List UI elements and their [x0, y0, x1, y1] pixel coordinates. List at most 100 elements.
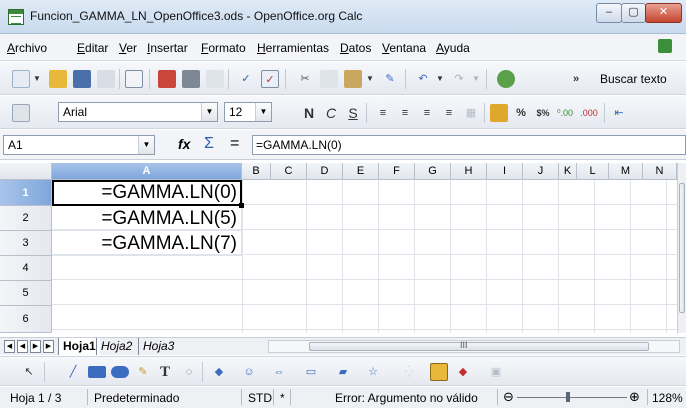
block-arrows-icon[interactable]: ⇔	[270, 363, 288, 381]
find-text-label[interactable]: Buscar texto	[600, 72, 667, 86]
maximize-button[interactable]: ▢	[621, 3, 646, 23]
basic-shapes-icon[interactable]: ◆	[210, 363, 228, 381]
open-folder-icon[interactable]	[49, 70, 67, 88]
cell-a2[interactable]: =GAMMA.LN(5)	[52, 206, 242, 231]
callouts-icon[interactable]: ▰	[334, 363, 352, 381]
merge-cells-icon[interactable]: ▦	[462, 104, 480, 122]
menu-formato[interactable]: Formato	[201, 41, 246, 55]
navigator-icon[interactable]	[497, 70, 515, 88]
sheet-tab-hoja2[interactable]: Hoja2	[96, 338, 136, 355]
column-header-l[interactable]: L	[577, 163, 609, 180]
align-center-icon[interactable]: ≡	[396, 104, 414, 122]
column-header-g[interactable]: G	[415, 163, 451, 180]
column-header-b[interactable]: B	[242, 163, 271, 180]
page-preview-icon[interactable]	[206, 70, 224, 88]
chevron-down-icon[interactable]: ▼	[255, 103, 271, 121]
horizontal-scrollbar[interactable]: III	[268, 340, 680, 353]
menu-ayuda[interactable]: Ayuda	[436, 41, 470, 55]
row-header-5[interactable]: 5	[0, 281, 52, 306]
column-header-i[interactable]: I	[487, 163, 523, 180]
edit-file-icon[interactable]	[125, 70, 143, 88]
styles-icon[interactable]	[12, 104, 30, 122]
align-right-icon[interactable]: ≡	[418, 104, 436, 122]
standard-format-button[interactable]: $%	[534, 104, 552, 122]
text-icon[interactable]: T	[156, 363, 174, 381]
column-header-m[interactable]: M	[609, 163, 643, 180]
paste-dropdown-icon[interactable]: ▼	[366, 71, 374, 87]
spreadsheet-grid[interactable]: A B C D E F G H I J K L M N 1 2 3 4 5 6 …	[0, 163, 677, 333]
horizontal-scroll-thumb[interactable]: III	[309, 340, 649, 351]
function-icon[interactable]: =	[230, 135, 239, 153]
selection-mode[interactable]: STD	[248, 391, 272, 405]
font-size-combo[interactable]: 12 ▼	[224, 102, 272, 122]
column-header-a[interactable]: A	[52, 163, 242, 180]
select-all-corner[interactable]	[0, 163, 52, 180]
font-name-combo[interactable]: Arial ▼	[58, 102, 218, 122]
redo-dropdown-icon[interactable]: ▼	[472, 71, 480, 87]
menu-herramientas[interactable]: Herramientas	[257, 41, 329, 55]
cell-a3[interactable]: =GAMMA.LN(7)	[52, 231, 242, 256]
column-header-d[interactable]: D	[307, 163, 343, 180]
undo-icon[interactable]: ↶	[414, 70, 432, 88]
column-header-c[interactable]: C	[271, 163, 307, 180]
menu-datos[interactable]: Datos	[340, 41, 371, 55]
select-arrow-icon[interactable]: ↖	[20, 363, 38, 381]
row-header-6[interactable]: 6	[0, 306, 52, 333]
cut-icon[interactable]: ✂	[296, 70, 314, 88]
row-header-1[interactable]: 1	[0, 180, 52, 206]
justify-icon[interactable]: ≡	[440, 104, 458, 122]
new-document-icon[interactable]	[12, 70, 30, 88]
row-header-3[interactable]: 3	[0, 231, 52, 256]
percent-format-button[interactable]: %	[512, 104, 530, 122]
menu-archivo[interactable]: Archivo	[7, 41, 47, 55]
close-button[interactable]: ✕	[645, 3, 682, 23]
column-header-n[interactable]: N	[643, 163, 677, 180]
bold-button[interactable]: N	[300, 104, 318, 122]
column-header-h[interactable]: H	[451, 163, 487, 180]
column-header-j[interactable]: J	[523, 163, 559, 180]
autospellcheck-icon[interactable]: ✓	[261, 70, 279, 88]
extrusion-icon[interactable]: ▣	[487, 363, 505, 381]
spellcheck-icon[interactable]: ✓	[237, 70, 255, 88]
redo-icon[interactable]: ↷	[450, 70, 468, 88]
email-icon[interactable]	[97, 70, 115, 88]
menu-ver[interactable]: Ver	[119, 41, 137, 55]
toolbar-more-icon[interactable]: »	[567, 70, 585, 88]
zoom-in-icon[interactable]: ⊕	[629, 389, 640, 405]
freeform-icon[interactable]: ✎	[134, 363, 152, 381]
paste-icon[interactable]	[344, 70, 362, 88]
new-dropdown-icon[interactable]: ▼	[33, 71, 41, 87]
menu-insertar[interactable]: Insertar	[147, 41, 188, 55]
zoom-out-icon[interactable]: ⊖	[503, 389, 514, 405]
row-header-2[interactable]: 2	[0, 206, 52, 231]
first-sheet-icon[interactable]: ◀	[4, 340, 15, 353]
sum-icon[interactable]: Σ	[204, 135, 214, 153]
symbol-shapes-icon[interactable]: ☺	[240, 363, 258, 381]
decrease-indent-icon[interactable]: ⇤	[610, 104, 628, 122]
points-icon[interactable]: ⁛	[400, 363, 418, 381]
column-header-f[interactable]: F	[379, 163, 415, 180]
zoom-slider-knob[interactable]	[566, 392, 570, 402]
chevron-down-icon[interactable]: ▼	[201, 103, 217, 121]
prev-sheet-icon[interactable]: ◀	[17, 340, 28, 353]
minimize-button[interactable]: –	[596, 3, 622, 23]
save-icon[interactable]	[73, 70, 91, 88]
vertical-scroll-thumb[interactable]	[679, 183, 685, 313]
zoom-slider[interactable]	[517, 397, 627, 398]
name-box[interactable]: A1 ▼	[3, 135, 155, 155]
currency-format-icon[interactable]	[490, 104, 508, 122]
menu-editar[interactable]: Editar	[77, 41, 108, 55]
export-pdf-icon[interactable]	[158, 70, 176, 88]
flowchart-icon[interactable]: ▭	[302, 363, 320, 381]
page-style[interactable]: Predeterminado	[94, 391, 179, 405]
line-icon[interactable]: ╱	[64, 363, 82, 381]
fontwork-icon[interactable]: ◆	[454, 363, 472, 381]
last-sheet-icon[interactable]: ▶	[43, 340, 54, 353]
function-wizard-icon[interactable]: fx	[178, 136, 190, 152]
underline-button[interactable]: S	[344, 104, 362, 122]
sheet-tab-hoja1[interactable]: Hoja1	[58, 338, 100, 355]
column-header-k[interactable]: K	[559, 163, 577, 180]
add-decimal-button[interactable]: ⁰.00	[556, 104, 574, 122]
row-header-4[interactable]: 4	[0, 256, 52, 281]
clone-format-icon[interactable]: ✎	[381, 70, 399, 88]
